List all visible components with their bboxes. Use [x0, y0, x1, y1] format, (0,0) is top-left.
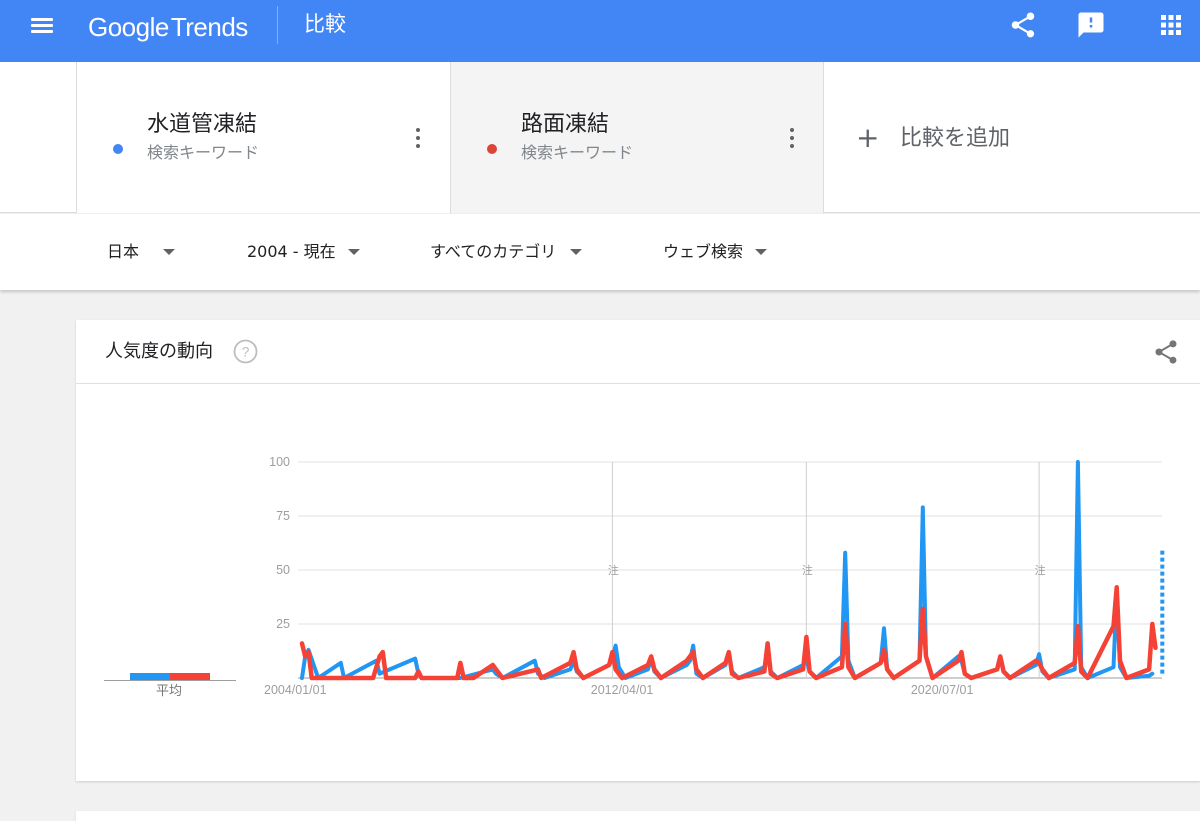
y-tick-label: 75	[276, 509, 290, 523]
y-tick-label: 50	[276, 563, 290, 577]
filter-bar: 日本 2004 - 現在 すべてのカテゴリ ウェブ検索	[0, 214, 1200, 290]
svg-text:?: ?	[242, 344, 250, 360]
search-property-label: ウェブ検索	[663, 242, 744, 261]
x-tick-label: 2012/04/01	[591, 683, 654, 697]
dropdown-caret-icon	[755, 248, 768, 255]
next-card	[76, 811, 1200, 821]
app-header: GoogleTrends 比較	[0, 0, 1200, 62]
apps-icon[interactable]	[1156, 10, 1186, 40]
feedback-icon[interactable]	[1076, 10, 1106, 40]
region-label: 日本	[107, 242, 140, 261]
x-tick-label: 2020/07/01	[911, 683, 974, 697]
y-tick-label: 100	[269, 455, 290, 469]
google-trends-logo[interactable]: GoogleTrends	[88, 10, 248, 44]
category-label: すべてのカテゴリ	[430, 242, 557, 261]
series-line-2[interactable]	[299, 585, 1158, 681]
term-1-name: 水道管凍結	[147, 112, 258, 137]
widget-header: 人気度の動向 ?	[76, 320, 1200, 384]
category-dropdown[interactable]: すべてのカテゴリ	[430, 240, 583, 264]
menu-icon[interactable]	[30, 14, 54, 38]
more-vert-icon[interactable]	[785, 126, 799, 150]
widget-title: 人気度の動向	[105, 341, 213, 362]
search-property-dropdown[interactable]: ウェブ検索	[663, 240, 768, 264]
x-tick-label: 2004/01/01	[264, 683, 327, 697]
logo-google-text: Google	[88, 12, 169, 42]
time-range-dropdown[interactable]: 2004 - 現在	[247, 240, 360, 264]
term-2-name: 路面凍結	[521, 112, 610, 137]
add-comparison-label: 比較を追加	[900, 126, 1011, 151]
y-tick-label: 25	[276, 617, 290, 631]
comparison-terms: 水道管凍結 検索キーワード 路面凍結 検索キーワード + 比較を追加	[0, 62, 1200, 213]
time-range-label: 2004 - 現在	[247, 242, 336, 261]
region-dropdown[interactable]: 日本	[107, 240, 176, 264]
term-2-color-dot	[487, 144, 497, 154]
share-icon[interactable]	[1008, 10, 1038, 40]
share-icon[interactable]	[1152, 338, 1180, 366]
more-vert-icon[interactable]	[411, 126, 425, 150]
add-comparison-button[interactable]: + 比較を追加	[824, 62, 1200, 213]
term-card-1[interactable]: 水道管凍結 検索キーワード	[76, 62, 450, 213]
logo-trends-text: Trends	[170, 12, 248, 42]
term-card-2[interactable]: 路面凍結 検索キーワード	[450, 62, 824, 213]
header-divider	[277, 6, 278, 44]
plus-icon: +	[856, 121, 880, 154]
term-1-type: 検索キーワード	[147, 143, 260, 162]
annotation-marker: 注	[608, 563, 619, 577]
dropdown-caret-icon	[163, 248, 176, 255]
interest-over-time-card: 人気度の動向 ? 平均 注注注 25 50 75 100 2004/01/01 2012/…	[76, 320, 1200, 781]
term-1-color-dot	[113, 144, 123, 154]
annotation-marker: 注	[1035, 563, 1046, 577]
help-icon[interactable]: ?	[233, 339, 258, 364]
interest-over-time-chart[interactable]: 注 注 注 25 50 75 100 2004/01/01 2012/04/01 2020/07…	[76, 384, 1200, 704]
annotation-marker: 注	[802, 563, 813, 577]
term-2-type: 検索キーワード	[521, 143, 634, 162]
dropdown-caret-icon	[347, 248, 360, 255]
page-title: 比較	[304, 12, 346, 36]
dropdown-caret-icon	[570, 248, 583, 255]
